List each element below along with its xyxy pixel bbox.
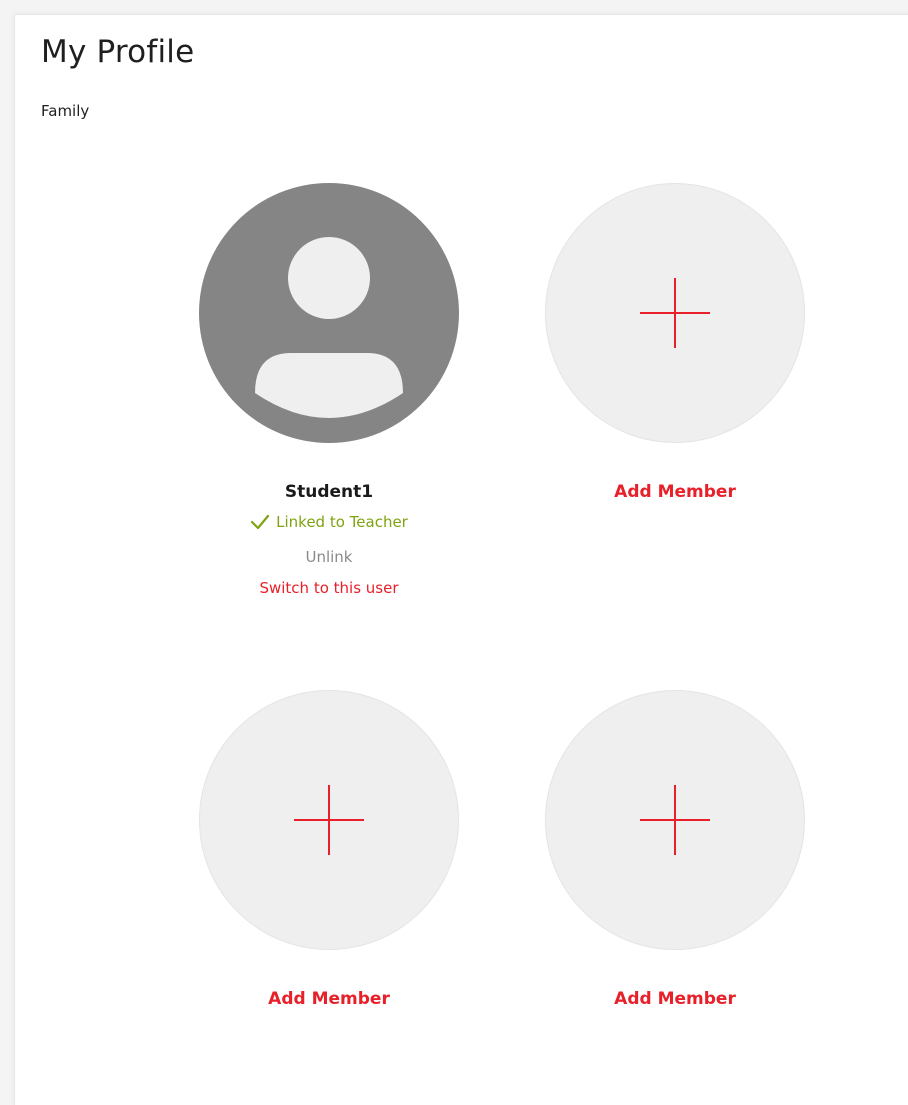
user-avatar-icon[interactable] <box>199 183 459 443</box>
linked-status: Linked to Teacher <box>199 512 459 535</box>
plus-icon <box>294 785 364 855</box>
plus-icon <box>640 278 710 348</box>
member-name: Student1 <box>284 482 374 502</box>
profile-panel: My Profile Family Student1 Linked to Tea… <box>14 14 908 1105</box>
add-member-label[interactable]: Add Member <box>545 988 805 1010</box>
add-member-button[interactable] <box>199 690 459 950</box>
page-title: My Profile <box>41 34 195 70</box>
switch-user-button[interactable]: Switch to this user <box>199 578 459 598</box>
add-member-label[interactable]: Add Member <box>545 481 805 503</box>
linked-status-label: Linked to Teacher <box>276 513 408 531</box>
check-icon <box>250 514 270 535</box>
plus-icon <box>640 785 710 855</box>
add-member-button[interactable] <box>545 690 805 950</box>
member-card-student1: Student1 Linked to Teacher Unlink Switch… <box>199 183 459 598</box>
section-label-family: Family <box>41 102 90 120</box>
add-member-card: Add Member <box>199 690 459 1010</box>
add-member-label[interactable]: Add Member <box>199 988 459 1010</box>
add-member-card: Add Member <box>545 690 805 1010</box>
unlink-button[interactable]: Unlink <box>199 547 459 567</box>
add-member-card: Add Member <box>545 183 805 503</box>
add-member-button[interactable] <box>545 183 805 443</box>
